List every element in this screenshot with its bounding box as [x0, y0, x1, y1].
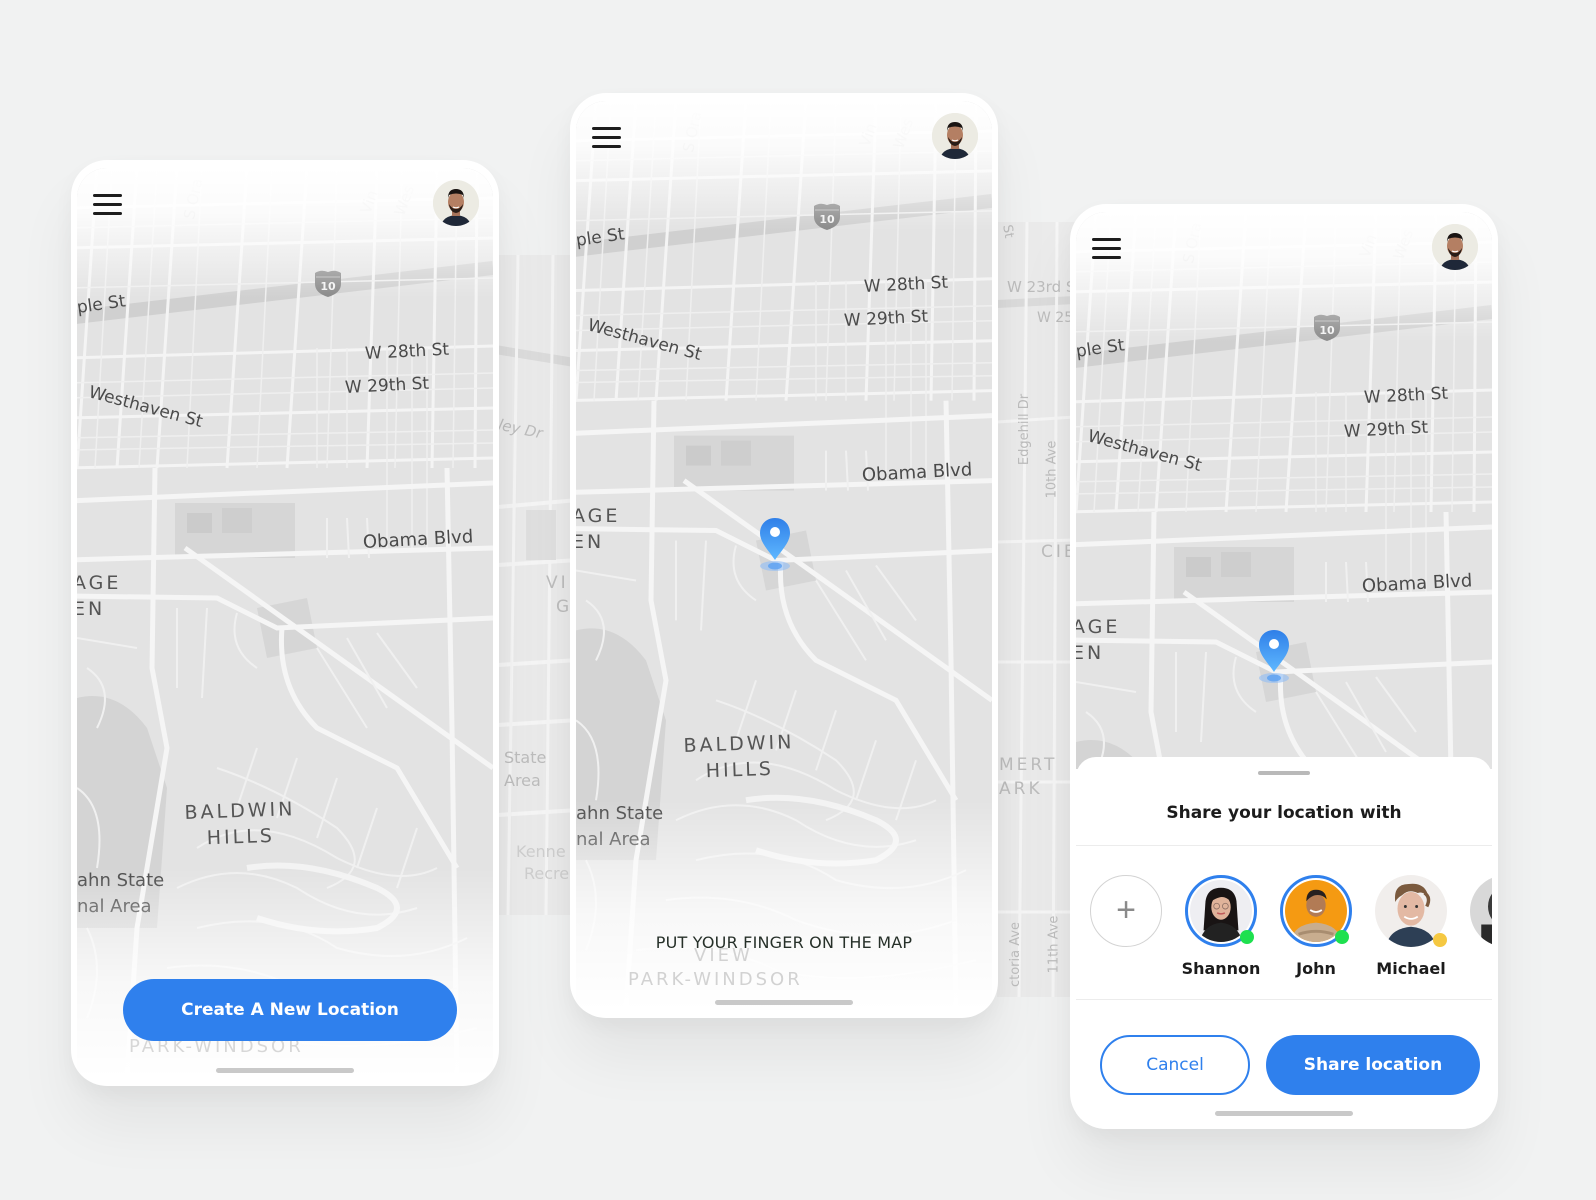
contact-list[interactable]: + Shannon John Michael [1090, 871, 1492, 981]
label-line: BALDWIN [184, 798, 296, 825]
bg-label: ctoria Ave [1008, 921, 1024, 988]
user-avatar[interactable] [932, 113, 978, 159]
map-top-fade [576, 101, 992, 231]
create-new-location-button[interactable]: Create A New Location [123, 979, 457, 1041]
menu-line [592, 144, 621, 148]
neighborhood-label: PARK-WINDSOR [628, 969, 803, 990]
menu-line [93, 211, 122, 215]
cancel-button[interactable]: Cancel [1100, 1035, 1250, 1095]
location-pin-icon[interactable] [1257, 628, 1291, 684]
online-status-dot [1240, 930, 1254, 944]
label-line: EN [77, 598, 106, 620]
map-view[interactable]: ple St S Ora Vin Wes W 28th St W 29th St… [77, 168, 493, 1078]
contact-item-michael[interactable]: Michael [1366, 871, 1456, 978]
avatar-photo [433, 180, 479, 226]
neighborhood-label: AGE EN [576, 503, 620, 555]
phone-screen-create-location: ple St S Ora Vin Wes W 28th St W 29th St… [71, 160, 499, 1086]
label-line: EN [1076, 642, 1105, 664]
menu-line [1092, 255, 1121, 259]
avatar-photo [1432, 224, 1478, 270]
plus-icon: + [1116, 890, 1136, 929]
neighborhood-label: BALDWIN HILLS [683, 729, 796, 785]
menu-line [1092, 246, 1121, 250]
neighborhood-label: AGE EN [77, 570, 121, 622]
label-line: AGE [1076, 616, 1121, 638]
bg-label: G [556, 597, 570, 617]
map-top-fade [77, 168, 493, 298]
bg-label: W 23rd S [1007, 278, 1075, 296]
bg-label: St [999, 223, 1017, 240]
label-line: BALDWIN [683, 731, 795, 758]
background-map-roads [997, 222, 1075, 997]
user-avatar[interactable] [433, 180, 479, 226]
hamburger-menu-icon[interactable] [93, 190, 127, 218]
label-line: HILLS [206, 824, 276, 850]
background-map-strip-left: ley Dr VI G State Area Kenne Recre [498, 255, 578, 915]
bg-label: 10th Ave [1044, 440, 1060, 499]
neighborhood-label: AGE EN [1076, 614, 1120, 666]
share-location-button[interactable]: Share location [1266, 1035, 1480, 1095]
menu-line [592, 126, 621, 130]
contact-item-partial[interactable]: P [1461, 871, 1492, 978]
hamburger-menu-icon[interactable] [1092, 234, 1126, 262]
hamburger-menu-icon[interactable] [592, 123, 626, 151]
bg-label: 11th Ave [1046, 915, 1062, 974]
label-line: AGE [576, 505, 621, 527]
bg-label: MERT [999, 755, 1058, 775]
online-status-dot [1335, 930, 1349, 944]
bg-label: Edgehill Dr [1017, 393, 1033, 466]
label-line: EN [576, 531, 605, 553]
menu-line [93, 202, 122, 206]
phone-screen-share-location: ple St S Ora Vin Wes W 28th St W 29th St… [1070, 204, 1498, 1129]
add-contact-button[interactable]: + [1090, 875, 1162, 947]
sheet-title: Share your location with [1166, 803, 1402, 823]
contact-name: Shannon [1181, 959, 1261, 978]
map-view[interactable]: ple St S Ora Vin Wes W 28th St W 29th St… [1076, 212, 1492, 769]
contact-name: P [1461, 959, 1492, 978]
map-view[interactable]: ple St S Ora Vin Wes W 28th St W 29th St… [576, 101, 992, 1010]
menu-line [93, 193, 122, 197]
map-top-fade [1076, 212, 1492, 342]
menu-line [592, 135, 621, 139]
contact-photo [1470, 875, 1492, 947]
bg-label: Area [504, 771, 541, 790]
bg-label: Kenne [516, 842, 566, 861]
share-bottom-sheet: Share your location with + Shannon John [1076, 757, 1492, 1129]
bg-label: W 25 [1037, 310, 1074, 326]
bg-label: VI [546, 573, 569, 593]
home-indicator [715, 1000, 853, 1005]
avatar-photo [932, 113, 978, 159]
background-map-strip-right: St W 23rd S W 25 Edgehill Dr 10th Ave CI… [997, 222, 1075, 997]
bg-label: ARK [999, 779, 1043, 799]
label-line: HILLS [705, 757, 775, 783]
bg-label: State [504, 748, 547, 767]
sheet-drag-handle[interactable] [1258, 771, 1310, 775]
phone-screen-pick-location: ple St S Ora Vin Wes W 28th St W 29th St… [570, 93, 998, 1018]
user-avatar[interactable] [1432, 224, 1478, 270]
contact-avatar [1470, 875, 1492, 947]
instruction-text: PUT YOUR FINGER ON THE MAP [655, 933, 913, 952]
location-pin-icon[interactable] [758, 516, 792, 572]
bg-label: Recre [524, 864, 570, 883]
contact-name: Michael [1376, 959, 1446, 978]
divider [1076, 999, 1492, 1000]
contact-name: John [1296, 959, 1336, 978]
neighborhood-label: BALDWIN HILLS [184, 796, 297, 852]
home-indicator [1215, 1111, 1353, 1116]
divider [1076, 845, 1492, 846]
contact-avatar [1280, 875, 1352, 947]
label-line: AGE [77, 572, 122, 594]
home-indicator [216, 1068, 354, 1073]
contact-item-shannon[interactable]: Shannon [1176, 871, 1266, 978]
contact-item-john[interactable]: John [1271, 871, 1361, 978]
menu-line [1092, 237, 1121, 241]
away-status-dot [1433, 933, 1447, 947]
contact-avatar [1375, 875, 1447, 947]
contact-avatar [1185, 875, 1257, 947]
